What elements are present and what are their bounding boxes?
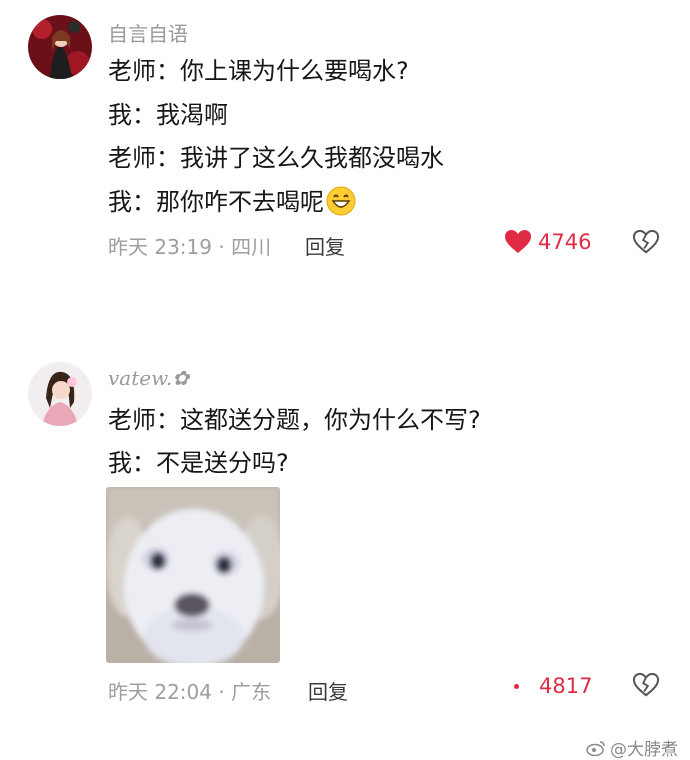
reply-button[interactable]: 回复 xyxy=(308,676,348,705)
puppy-image[interactable] xyxy=(106,487,280,663)
broken-heart-icon xyxy=(632,672,660,697)
like-button[interactable]: 4817 xyxy=(514,674,592,698)
comment-line-text: 我：那你咋不去喝呢 xyxy=(108,188,324,216)
watermark: @大脖煮 xyxy=(586,735,678,760)
weibo-logo-icon xyxy=(586,740,605,756)
grin-emoji-icon xyxy=(326,186,356,223)
dislike-button[interactable] xyxy=(632,229,660,255)
watermark-text: @大脖煮 xyxy=(610,740,678,760)
comment-line: 老师：你上课为什么要喝水? xyxy=(108,57,409,85)
like-button[interactable]: 4746 xyxy=(504,229,591,255)
broken-heart-icon xyxy=(632,229,660,254)
username[interactable]: 自言自语 xyxy=(108,18,188,47)
comment-line: 我：我渴啊 xyxy=(108,101,228,129)
reply-button[interactable]: 回复 xyxy=(305,231,345,260)
comment-meta: 昨天 23:19 · 四川 xyxy=(108,235,272,259)
comment-line: 老师：我讲了这么久我都没喝水 xyxy=(108,144,444,172)
heart-loading-icon xyxy=(514,683,519,689)
like-count: 4746 xyxy=(538,230,592,254)
username[interactable]: vatew.✿ xyxy=(108,366,189,390)
heart-filled-icon xyxy=(505,230,531,253)
avatar[interactable] xyxy=(28,15,92,79)
comment-meta: 昨天 22:04 · 广东 xyxy=(108,680,272,704)
comment-line: 我：不是送分吗? xyxy=(108,449,289,477)
comment-line-with-emoji: 我：那你咋不去喝呢 xyxy=(108,186,356,223)
avatar[interactable] xyxy=(28,362,92,426)
dislike-button[interactable] xyxy=(632,672,660,698)
comment-line: 老师：这都送分题，你为什么不写? xyxy=(108,406,481,434)
like-count: 4817 xyxy=(539,674,593,698)
